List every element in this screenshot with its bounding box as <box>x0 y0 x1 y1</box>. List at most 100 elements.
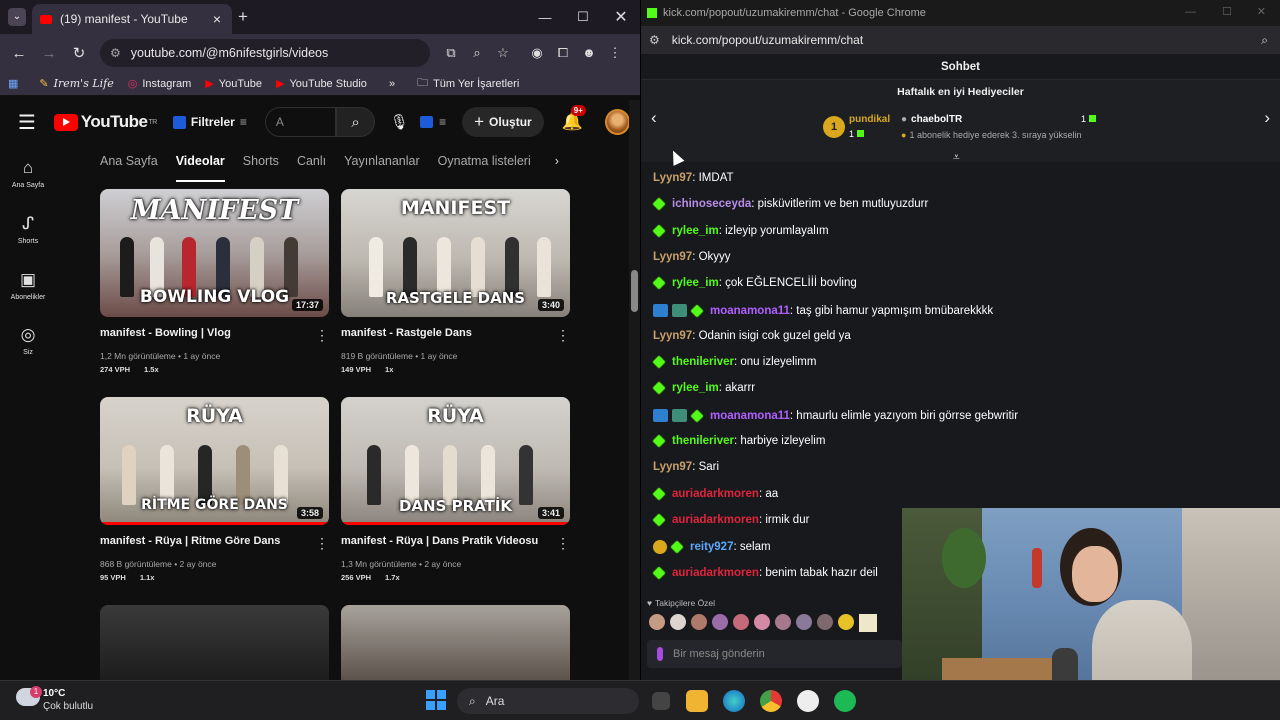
bookmark-all-folder[interactable]: 🗀 Tüm Yer İşaretleri <box>417 74 519 93</box>
video-card[interactable]: MANIFEST BOWLING VLOG 17:37 manifest - B… <box>100 189 329 374</box>
chat-username[interactable]: auriadarkmoren <box>672 514 759 526</box>
reload-icon[interactable]: ↻ <box>64 44 94 62</box>
chat-username[interactable]: ichinoseceyda <box>672 198 751 210</box>
video-title[interactable]: manifest - Bowling | Vlog <box>100 327 315 344</box>
emote[interactable] <box>754 614 770 630</box>
voice-search-icon[interactable]: 🎙 <box>385 113 414 131</box>
expand-icon[interactable]: ⩡ <box>953 150 960 165</box>
maximize-icon[interactable]: ☐ <box>564 0 602 34</box>
zoom-icon[interactable]: ⌕ <box>464 45 490 61</box>
new-tab-icon[interactable]: + <box>238 7 248 27</box>
menu-icon[interactable]: ⋮ <box>602 45 628 61</box>
search-input[interactable]: A <box>264 107 337 137</box>
search-button[interactable]: ⌕ <box>336 107 375 137</box>
chat-username[interactable]: thenileriver <box>672 356 734 368</box>
tabs-scroll-right-icon[interactable]: › <box>555 146 559 182</box>
bookmark-star-icon[interactable]: ☆ <box>490 45 516 61</box>
bookmark-irem[interactable]: ✎ Irem's Life <box>39 77 113 90</box>
chrome-icon[interactable] <box>760 690 782 712</box>
filters-extension-button[interactable]: Filtreler ≡ <box>172 115 247 129</box>
emote[interactable] <box>649 614 665 630</box>
chat-username[interactable]: Lyyn97 <box>653 251 692 263</box>
chat-username[interactable]: Lyyn97 <box>653 330 692 342</box>
chat-username[interactable]: reity927 <box>690 541 733 553</box>
emote[interactable] <box>670 614 686 630</box>
browser-tab-youtube[interactable]: (19) manifest - YouTube × <box>32 4 232 34</box>
tab-shorts[interactable]: Shorts <box>243 146 279 182</box>
video-thumbnail[interactable]: MANIFEST BOWLING VLOG 17:37 <box>100 189 329 317</box>
video-title[interactable]: manifest - Rüya | Ritme Göre Dans <box>100 535 315 552</box>
zoom-icon[interactable]: ⌕ <box>1261 33 1268 48</box>
forward-icon[interactable]: → <box>34 45 64 62</box>
rail-you[interactable]: ◎ Siz <box>0 325 56 356</box>
maximize-icon[interactable]: ☐ <box>1222 5 1232 18</box>
more-actions-icon[interactable]: ⋮ <box>556 327 570 344</box>
tab-search-button[interactable]: ⌄ <box>8 8 26 26</box>
steam-icon[interactable] <box>797 690 819 712</box>
account-avatar[interactable] <box>604 109 630 135</box>
video-title[interactable]: manifest - Rastgele Dans <box>341 327 556 344</box>
chat-username[interactable]: thenileriver <box>672 435 734 447</box>
taskbar-search-box[interactable]: ⌕ Ara <box>457 688 639 714</box>
second-gifter-name[interactable]: ● chaebolTR <box>901 114 962 125</box>
rail-subscriptions[interactable]: ▣ Abonelikler <box>0 270 56 301</box>
chat-username[interactable]: moanamona11 <box>710 410 790 422</box>
emote[interactable] <box>817 614 833 630</box>
address-bar[interactable]: ⚙ kick.com/popout/uzumakiremm/chat ⌕ <box>641 26 1280 54</box>
video-thumbnail[interactable] <box>341 605 570 680</box>
video-title[interactable]: manifest - Rüya | Dans Pratik Videosu <box>341 535 556 552</box>
chat-username[interactable]: auriadarkmoren <box>672 488 759 500</box>
close-window-icon[interactable]: ✕ <box>602 0 640 34</box>
list-icon[interactable]: ≡ <box>439 115 446 129</box>
chat-username[interactable]: rylee_im <box>672 382 719 394</box>
site-info-icon[interactable]: ⚙ <box>110 46 121 60</box>
task-view-icon[interactable] <box>652 692 670 710</box>
video-thumbnail[interactable]: MANIFEST RASTGELE DANS 3:40 <box>341 189 570 317</box>
youtube-logo[interactable]: YouTube TR <box>53 112 157 132</box>
video-card[interactable]: RÜYA RİTME GÖRE DANS 3:58 manifest - Rüy… <box>100 397 329 582</box>
tab-home[interactable]: Ana Sayfa <box>100 146 158 182</box>
weather-widget[interactable]: 1 <box>16 686 42 712</box>
more-actions-icon[interactable]: ⋮ <box>315 327 329 344</box>
more-actions-icon[interactable]: ⋮ <box>315 535 329 552</box>
site-info-icon[interactable]: ⚙ <box>649 33 660 47</box>
start-button[interactable] <box>426 690 446 710</box>
address-bar[interactable]: ⚙ youtube.com/@m6nifestgirls/videos <box>100 39 430 67</box>
camera-extension-icon[interactable]: ◉ <box>524 45 550 61</box>
rail-shorts[interactable]: ᔑ Shorts <box>0 214 56 245</box>
tab-playlists[interactable]: Oynatma listeleri <box>438 146 531 182</box>
video-card[interactable]: MANIFEST RASTGELE DANS 3:40 manifest - R… <box>341 189 570 374</box>
emote[interactable] <box>712 614 728 630</box>
emote[interactable] <box>775 614 791 630</box>
profile-icon[interactable]: ☻ <box>576 45 602 61</box>
chat-username[interactable]: Lyyn97 <box>653 172 692 184</box>
video-card[interactable]: RÜYA DANS PRATİK 3:41 manifest - Rüya | … <box>341 397 570 582</box>
top-gifter-name[interactable]: pundikal <box>849 114 890 125</box>
chat-username[interactable]: Lyyn97 <box>653 461 692 473</box>
chat-username[interactable]: rylee_im <box>672 277 719 289</box>
minimize-icon[interactable]: — <box>526 0 564 34</box>
emote[interactable] <box>859 614 877 632</box>
edge-icon[interactable] <box>723 690 745 712</box>
chat-message-input[interactable]: Bir mesaj gönderin <box>647 640 902 668</box>
chat-username[interactable]: auriadarkmoren <box>672 567 759 579</box>
close-tab-icon[interactable]: × <box>210 11 224 27</box>
chat-username[interactable]: rylee_im <box>672 225 719 237</box>
emote[interactable] <box>796 614 812 630</box>
scrollbar-thumb[interactable] <box>631 270 638 312</box>
bookmark-youtube[interactable]: ▶ YouTube <box>205 77 262 91</box>
tab-videos[interactable]: Videolar <box>175 146 225 182</box>
chat-username[interactable]: moanamona11 <box>710 305 790 317</box>
page-scrollbar[interactable] <box>629 100 640 680</box>
emote[interactable] <box>838 614 854 630</box>
file-explorer-icon[interactable] <box>686 690 708 712</box>
video-thumbnail[interactable]: RÜYA RİTME GÖRE DANS 3:58 <box>100 397 329 525</box>
apps-icon[interactable]: ▦ <box>8 77 23 90</box>
chevron-left-icon[interactable]: ‹ <box>651 108 657 128</box>
tab-live[interactable]: Canlı <box>297 146 326 182</box>
emote[interactable] <box>733 614 749 630</box>
extension-icon[interactable] <box>419 116 434 128</box>
install-icon[interactable]: ⧉ <box>438 45 464 61</box>
video-thumbnail[interactable] <box>100 605 329 680</box>
spotify-icon[interactable] <box>834 690 856 712</box>
